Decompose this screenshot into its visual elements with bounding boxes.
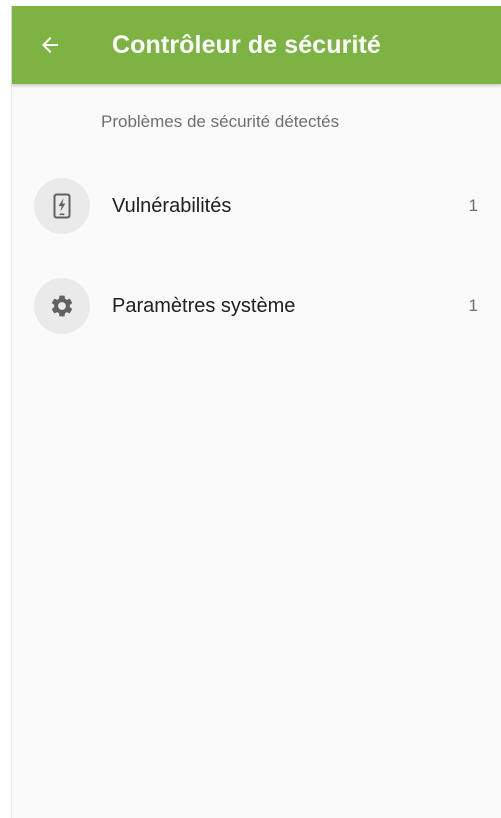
section-header: Problèmes de sécurité détectés bbox=[101, 112, 340, 131]
security-checker-screen: Contrôleur de sécurité Problèmes de sécu… bbox=[11, 6, 501, 818]
app-bar: Contrôleur de sécurité bbox=[12, 6, 501, 84]
list-item-system-settings[interactable]: Paramètres système 1 bbox=[12, 256, 501, 356]
list-item-vulnerabilities[interactable]: Vulnérabilités 1 bbox=[12, 156, 501, 256]
icon-circle bbox=[34, 178, 90, 234]
arrow-left-icon bbox=[42, 37, 58, 53]
list-item-label: Vulnérabilités bbox=[112, 195, 232, 217]
back-button[interactable] bbox=[34, 29, 66, 61]
phone-alert-icon bbox=[53, 193, 71, 219]
icon-circle bbox=[34, 278, 90, 334]
issue-count: 1 bbox=[468, 196, 478, 215]
gear-icon bbox=[51, 295, 73, 317]
issue-count: 1 bbox=[468, 296, 478, 315]
page-title: Contrôleur de sécurité bbox=[112, 31, 381, 59]
list-item-label: Paramètres système bbox=[112, 295, 296, 317]
